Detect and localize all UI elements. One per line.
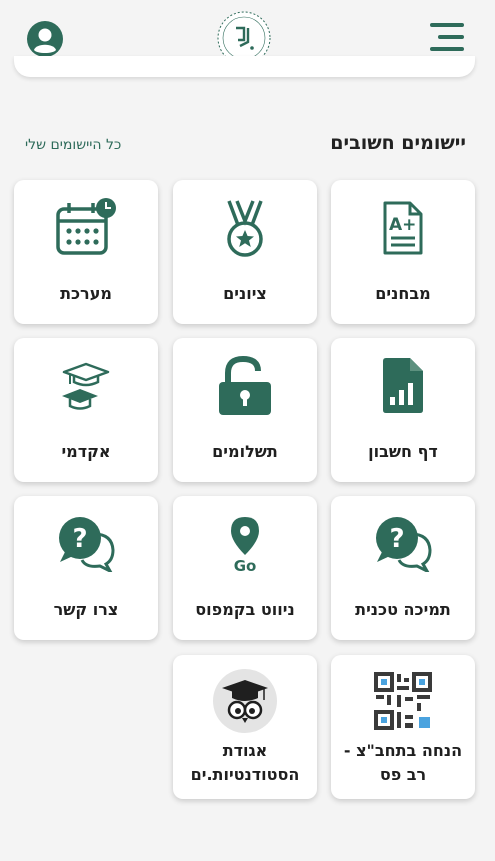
svg-text:?: ? [72,524,87,554]
app-label: צרו קשר [53,600,119,619]
app-label: ציונים [223,284,267,303]
qr-code-icon [374,672,432,730]
app-label: הנחה בתחב"צ - רב פס [343,741,463,784]
medal-icon [227,200,263,257]
hamburger-menu-icon[interactable] [430,21,464,53]
exam-grade-icon: A+ [383,201,423,255]
app-label: תמיכה טכנית [355,600,451,619]
svg-text:A+: A+ [389,215,416,235]
app-label: מערכת [60,284,112,303]
app-tile-campus-navigation[interactable]: Go ניווט בקמפוס [173,496,317,640]
app-label: מבחנים [375,284,431,303]
user-avatar-icon[interactable] [27,21,63,57]
app-tile-tech-support[interactable]: ? תמיכה טכנית [331,496,475,640]
app-tile-account[interactable]: דף חשבון [331,338,475,482]
help-chat-icon: ? [376,517,432,572]
contact-chat-icon: ? [59,517,115,572]
app-label: תשלומים [212,442,278,461]
all-apps-link[interactable]: כל היישומים שלי [25,137,121,153]
svg-text:Go: Go [234,557,257,573]
app-tile-schedule[interactable]: מערכת [14,180,158,324]
svg-text:?: ? [389,524,404,554]
app-label: דף חשבון [368,442,438,461]
app-tile-contact[interactable]: ? צרו קשר [14,496,158,640]
app-tile-student-union[interactable]: אגודת הסטודנטיות.ים [173,655,317,799]
map-pin-go-icon: Go [231,517,259,573]
app-tile-exams[interactable]: A+ מבחנים [331,180,475,324]
app-tile-payments[interactable]: תשלומים [173,338,317,482]
app-label: אגודת הסטודנטיות.ים [190,741,300,784]
app-label: אקדמי [61,442,111,461]
report-file-icon [383,358,423,413]
app-tile-grades[interactable]: ציונים [173,180,317,324]
banner-card-edge [14,56,475,77]
app-tile-academic[interactable]: אקדמי [14,338,158,482]
graduation-caps-icon [62,362,110,410]
owl-graduate-icon [213,669,277,733]
app-tile-transit-discount[interactable]: הנחה בתחב"צ - רב פס [331,655,475,799]
calendar-clock-icon [56,198,116,255]
section-title: יישומים חשובים [330,132,466,154]
app-label: ניווט בקמפוס [195,600,295,619]
unlock-icon [219,356,271,415]
